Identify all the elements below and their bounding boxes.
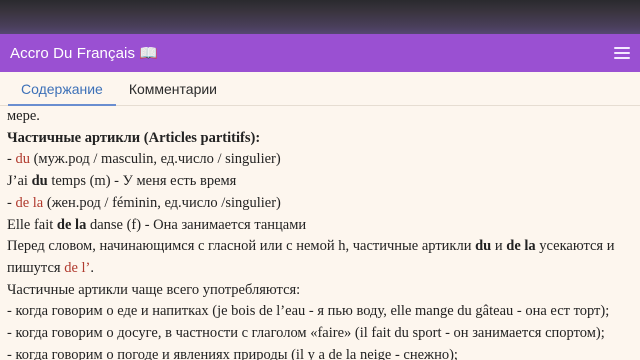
list-item: - когда говорим о погоде и явлениях прир…	[7, 346, 458, 360]
paragraph: Перед словом, начинающимся с гласной или…	[7, 236, 633, 279]
article-de-la-bold: de la	[506, 238, 536, 255]
app-screen: Accro Du Français 📖 Содержание Комментар…	[0, 0, 640, 360]
text-fragment: .	[90, 259, 94, 276]
app-title: Accro Du Français 📖	[10, 45, 159, 62]
tab-comments-label: Комментарии	[128, 80, 218, 97]
section-heading: Частичные артикли (Articles partitifs):	[7, 128, 633, 150]
list-item: - когда говорим о досуге, в частности с …	[7, 325, 605, 342]
article-body: мере. Частичные артикли (Articles partit…	[7, 106, 633, 360]
article-de-l: de l’	[64, 259, 91, 276]
text-line: Частичные артикли чаще всего употребляют…	[7, 281, 301, 298]
status-bar-blur	[0, 0, 640, 36]
article-du: du	[15, 151, 30, 168]
text-fragment: danse (f) - Она занимается танцами	[86, 216, 307, 233]
text-fragment: Elle fait	[7, 216, 57, 233]
article-de-la: de la	[15, 194, 44, 211]
article-de-la-bold: de la	[56, 216, 87, 233]
text-line: - de la (жен.род / féminin, ед.число /si…	[7, 193, 633, 215]
tab-comments[interactable]: Комментарии	[116, 72, 230, 105]
app-bar: Accro Du Français 📖	[0, 34, 640, 72]
article-du-bold: du	[475, 238, 492, 255]
text-fragment: (жен.род / féminin, ед.число /singulier)	[43, 194, 281, 211]
example-line: Elle fait de la danse (f) - Она занимает…	[7, 215, 633, 237]
tab-bar: Содержание Комментарии	[0, 72, 640, 106]
text-fragment: (муж.род / masculin, ед.число / singulie…	[29, 151, 281, 168]
heading-text: Частичные артикли (Articles partitifs):	[7, 129, 261, 146]
text-fragment: Перед словом, начинающимся с гласной или…	[7, 238, 476, 255]
text-line: - du (муж.род / masculin, ед.число / sin…	[7, 149, 633, 171]
text-fragment: J’ai	[7, 173, 32, 190]
text-line: мере.	[7, 108, 40, 124]
tab-contents[interactable]: Содержание	[8, 72, 116, 106]
hamburger-menu-icon[interactable]	[614, 47, 630, 59]
list-item: - когда говорим о еде и напитках (je boi…	[7, 303, 610, 320]
text-fragment: temps (m) - У меня есть время	[47, 173, 237, 190]
example-line: J’ai du temps (m) - У меня есть время	[7, 171, 633, 193]
tab-contents-label: Содержание	[21, 80, 103, 97]
text-fragment: и	[491, 238, 507, 255]
article-du-bold: du	[31, 173, 48, 190]
